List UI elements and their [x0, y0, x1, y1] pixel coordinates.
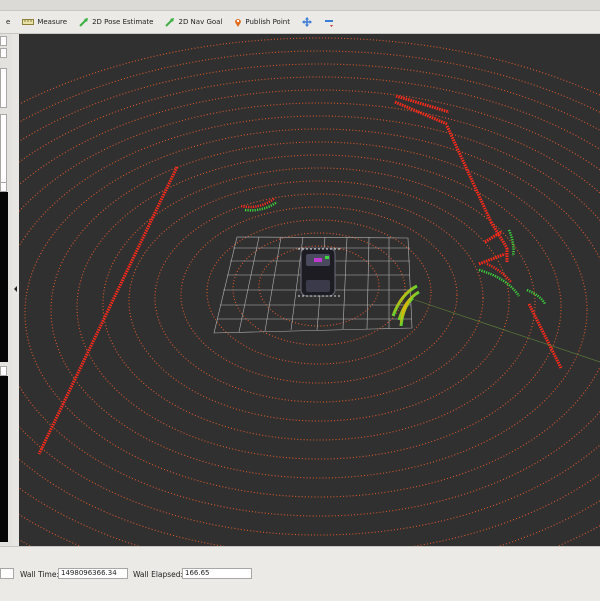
green-arrow-icon — [165, 18, 175, 27]
camera-view — [0, 192, 8, 362]
move-camera-tool-button[interactable] — [296, 13, 318, 31]
nav-goal-tool-button[interactable]: 2D Nav Goal — [159, 13, 228, 31]
wall-elapsed-field[interactable]: 166.65 — [182, 568, 252, 579]
toolbar: e Measure 2D Pose Estimate 2D Nav Goal P… — [0, 11, 600, 34]
pose-estimate-tool-button[interactable]: 2D Pose Estimate — [73, 13, 159, 31]
publish-point-tool-button[interactable]: Publish Point — [228, 13, 296, 31]
car-model — [298, 247, 341, 297]
panel-list[interactable] — [0, 114, 7, 190]
tool-interact[interactable]: e — [0, 13, 16, 31]
laser-ring — [154, 193, 484, 403]
point-cloud-scene — [19, 37, 600, 546]
minus-icon — [324, 20, 333, 27]
remove-tool-button[interactable] — [318, 13, 340, 31]
laser-ring — [24, 128, 600, 498]
panel-field[interactable] — [0, 366, 7, 376]
panel-field[interactable] — [0, 36, 7, 46]
panel-field[interactable] — [0, 182, 7, 192]
publish-point-label: Publish Point — [245, 18, 290, 26]
panel-list[interactable] — [0, 68, 7, 108]
ros-time-field[interactable] — [0, 568, 14, 579]
map-pin-icon — [235, 18, 242, 27]
tf-axis-line — [414, 299, 600, 363]
laser-ring — [128, 180, 510, 422]
3d-viewport[interactable] — [19, 34, 600, 546]
rainbow-arc — [391, 284, 420, 327]
measure-label: Measure — [37, 18, 68, 26]
pose-estimate-label: 2D Pose Estimate — [92, 18, 154, 26]
laser-ring — [19, 89, 600, 546]
wall-time-label: Wall Time: — [20, 570, 59, 579]
nav-goal-label: 2D Nav Goal — [178, 18, 223, 26]
ruler-icon — [22, 19, 35, 25]
cluster-points — [240, 196, 547, 305]
laser-ring — [19, 50, 600, 546]
green-arrow-icon — [79, 18, 89, 27]
panel-field[interactable] — [0, 48, 7, 58]
window-top-bar — [0, 0, 600, 11]
cross-arrows-icon — [301, 17, 312, 27]
laser-ring — [19, 115, 600, 517]
image-view — [0, 376, 8, 542]
collapse-arrow-icon[interactable] — [14, 286, 17, 292]
wall-elapsed-label: Wall Elapsed: — [133, 570, 184, 579]
time-panel: Wall Time: 1498096366.34 Wall Elapsed: 1… — [0, 546, 600, 601]
measure-tool-button[interactable]: Measure — [16, 13, 73, 31]
wall-time-field[interactable]: 1498096366.34 — [58, 568, 128, 579]
tool-interact-label: e — [6, 18, 11, 26]
